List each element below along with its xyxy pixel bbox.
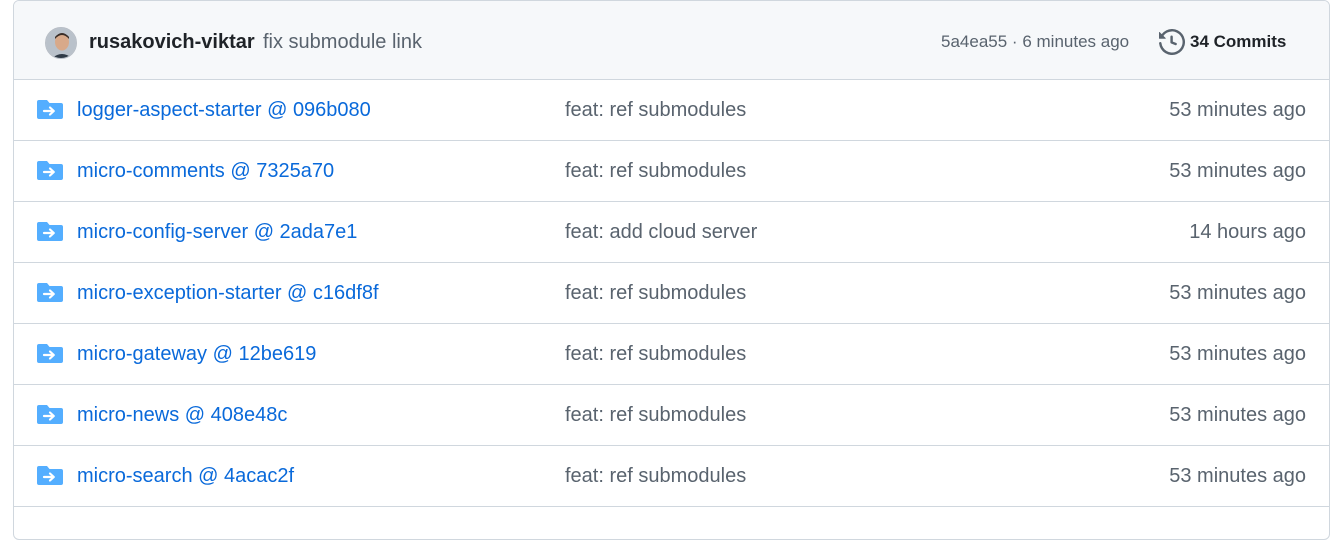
commit-message[interactable]: fix submodule link — [263, 30, 422, 54]
file-name-link[interactable]: micro-config-server @ 2ada7e1 — [77, 220, 357, 244]
file-name-link[interactable]: micro-exception-starter @ c16df8f — [77, 281, 379, 305]
file-name-link[interactable]: micro-news @ 408e48c — [77, 403, 287, 427]
submodule-folder-icon — [37, 344, 63, 363]
commit-meta: 5a4ea55 · 6 minutes ago — [941, 31, 1129, 53]
file-row[interactable]: logger-aspect-starter @ 096b080 feat: re… — [14, 80, 1329, 141]
file-commit-time: 53 minutes ago — [1169, 465, 1306, 487]
avatar[interactable] — [45, 27, 77, 59]
submodule-folder-icon — [37, 100, 63, 119]
file-name-link[interactable]: logger-aspect-starter @ 096b080 — [77, 98, 371, 122]
file-row[interactable]: micro-exception-starter @ c16df8f feat: … — [14, 263, 1329, 324]
file-row[interactable]: micro-gateway @ 12be619 feat: ref submod… — [14, 324, 1329, 385]
meta-separator: · — [1011, 32, 1018, 51]
file-row[interactable]: micro-news @ 408e48c feat: ref submodule… — [14, 385, 1329, 446]
submodule-folder-icon — [37, 222, 63, 241]
file-list: rusakovich-viktar fix submodule link 5a4… — [13, 0, 1330, 540]
file-row[interactable]: micro-comments @ 7325a70 feat: ref submo… — [14, 141, 1329, 202]
file-commit-message[interactable]: feat: add cloud server — [565, 220, 757, 244]
file-name-link[interactable]: micro-gateway @ 12be619 — [77, 342, 316, 366]
latest-commit-bar: rusakovich-viktar fix submodule link 5a4… — [14, 1, 1329, 80]
file-commit-time: 14 hours ago — [1189, 221, 1306, 243]
file-row[interactable]: micro-config-server @ 2ada7e1 feat: add … — [14, 202, 1329, 263]
commits-count: 34 Commits — [1190, 32, 1287, 51]
file-commit-message[interactable]: feat: ref submodules — [565, 464, 746, 488]
commit-author[interactable]: rusakovich-viktar — [89, 30, 255, 54]
submodule-folder-icon — [37, 283, 63, 302]
file-commit-time: 53 minutes ago — [1169, 160, 1306, 182]
file-commit-time: 53 minutes ago — [1169, 404, 1306, 426]
commit-hash[interactable]: 5a4ea55 — [941, 32, 1007, 51]
history-icon — [1159, 29, 1185, 55]
file-commit-message[interactable]: feat: ref submodules — [565, 98, 746, 122]
file-commit-time: 53 minutes ago — [1169, 99, 1306, 121]
file-commit-message[interactable]: feat: ref submodules — [565, 342, 746, 366]
submodule-folder-icon — [37, 405, 63, 424]
file-row[interactable]: micro-search @ 4acac2f feat: ref submodu… — [14, 446, 1329, 507]
file-commit-message[interactable]: feat: ref submodules — [565, 281, 746, 305]
commits-link[interactable]: 34 Commits — [1159, 28, 1286, 56]
submodule-folder-icon — [37, 466, 63, 485]
file-commit-time: 53 minutes ago — [1169, 282, 1306, 304]
file-commit-message[interactable]: feat: ref submodules — [565, 403, 746, 427]
commit-time: 6 minutes ago — [1022, 32, 1130, 51]
file-name-link[interactable]: micro-search @ 4acac2f — [77, 464, 294, 488]
file-commit-time: 53 minutes ago — [1169, 343, 1306, 365]
file-name-link[interactable]: micro-comments @ 7325a70 — [77, 159, 334, 183]
file-commit-message[interactable]: feat: ref submodules — [565, 159, 746, 183]
submodule-folder-icon — [37, 161, 63, 180]
